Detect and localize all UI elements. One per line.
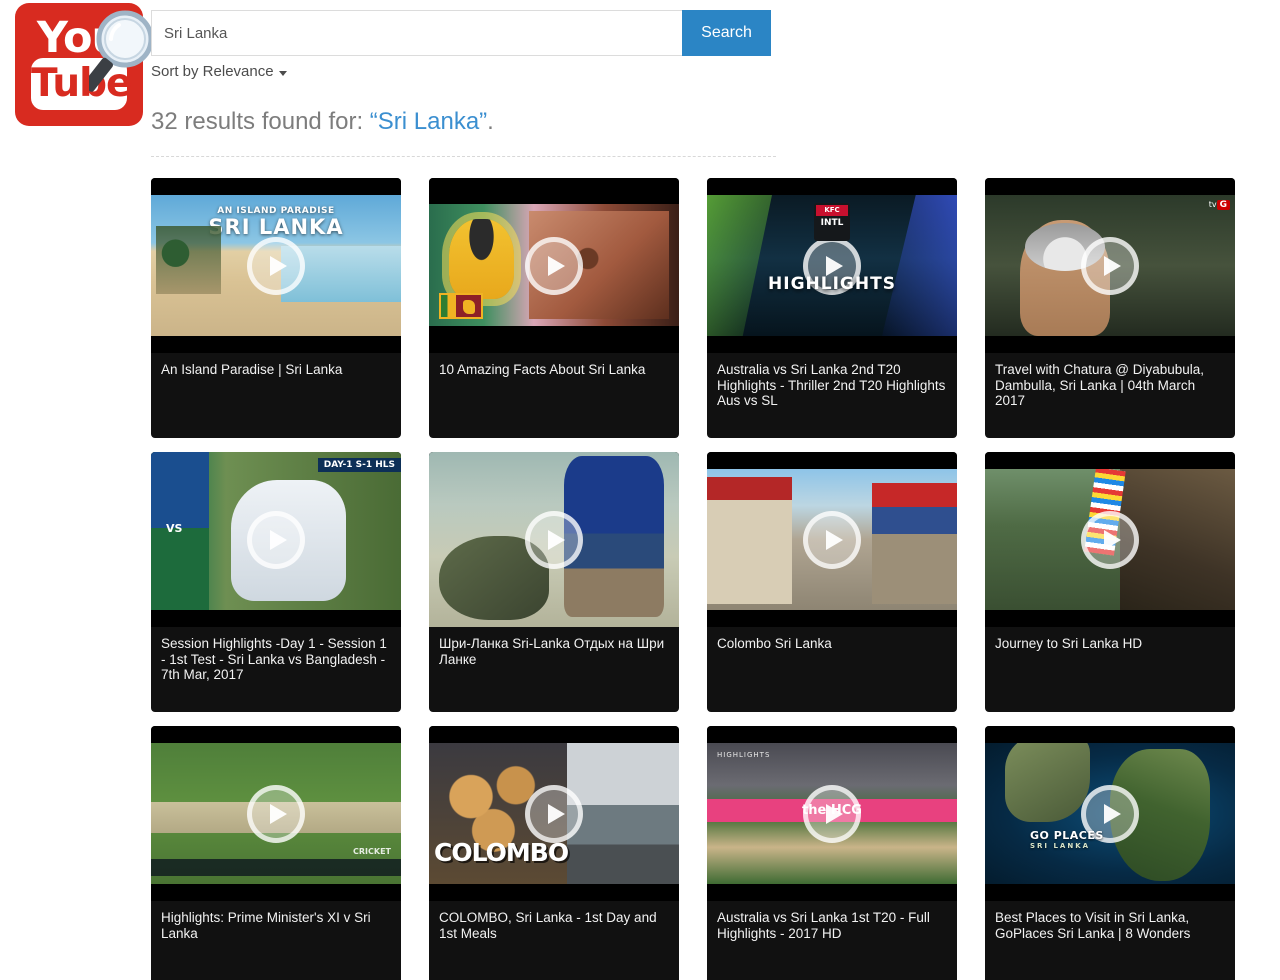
video-card[interactable]: KFC INTL HIGHLIGHTS Australia vs Sri Lan… [707,178,957,438]
video-card[interactable]: DAY-1 S-1 HLS VS Session Highlights -Day… [151,452,401,712]
video-title[interactable]: 10 Amazing Facts About Sri Lanka [439,362,669,378]
thumb-text-line2: SRI LANKA [1030,842,1091,851]
sort-by-dropdown[interactable]: Sort by Relevance [151,63,287,80]
thumb-text-line1: HIGHLIGHTS [717,751,771,760]
video-thumbnail[interactable]: CRICKET [151,726,401,901]
caret-down-icon [278,70,287,76]
thumb-text-line1: COLOMBO [434,838,569,868]
thumb-text-line1: DAY-1 S-1 HLS [317,458,401,473]
video-card[interactable]: 10 Amazing Facts About Sri Lanka [429,178,679,438]
video-title[interactable]: Journey to Sri Lanka HD [995,636,1225,652]
video-card[interactable]: CRICKET Highlights: Prime Minister's XI … [151,726,401,980]
thumb-text-line2: VS [166,521,183,535]
play-circle-icon[interactable] [525,511,583,569]
video-thumbnail[interactable] [707,452,957,627]
thumbnail-overlay-text: AN ISLAND PARADISE SRI LANKA [151,206,401,238]
results-query-link[interactable]: “Sri Lanka” [370,108,487,135]
play-circle-icon[interactable] [525,785,583,843]
video-card[interactable]: Шри-Ланка Sri-Lanka Отдых на Шри Ланке [429,452,679,712]
thumb-text-line2: SRI LANKA [208,215,344,240]
play-circle-icon[interactable] [1081,511,1139,569]
video-title[interactable]: Best Places to Visit in Sri Lanka, GoPla… [995,910,1225,941]
video-card[interactable]: GO PLACES SRI LANKA Best Places to Visit… [985,726,1235,980]
video-title[interactable]: Session Highlights -Day 1 - Session 1 - … [161,636,391,683]
sri-lanka-flag-icon [439,292,483,319]
thumb-text-line2: INTL [820,218,844,229]
video-card[interactable]: Journey to Sri Lanka HD [985,452,1235,712]
search-input[interactable] [151,10,682,56]
video-title[interactable]: An Island Paradise | Sri Lanka [161,362,391,378]
thumb-text-line3: HIGHLIGHTS [768,273,896,294]
play-circle-icon[interactable] [247,785,305,843]
play-circle-icon[interactable] [525,237,583,295]
play-circle-icon[interactable] [1081,237,1139,295]
youtube-search-page: You Tube Search Sort by Relevance 32 res… [0,0,1280,980]
video-title[interactable]: Travel with Chatura @ Diyabubula, Dambul… [995,362,1225,409]
thumbnail-art: HIGHLIGHTS the HCG [707,743,957,884]
thumb-text-line1: KFC [816,205,848,217]
video-results-grid: AN ISLAND PARADISE SRI LANKA An Island P… [151,178,1236,980]
video-title[interactable]: Highlights: Prime Minister's XI v Sri La… [161,910,391,941]
play-circle-icon[interactable] [247,511,305,569]
play-circle-icon[interactable] [803,511,861,569]
video-card[interactable]: Colombo Sri Lanka [707,452,957,712]
video-card[interactable]: tv G Travel with Chatura @ Diyabubula, Da… [985,178,1235,438]
channel-badge-icon: tv G [1209,200,1230,210]
thumb-text-line1: tv [1208,200,1217,209]
search-button[interactable]: Search [682,10,771,56]
kfc-badge-icon: KFC INTL [814,203,850,242]
results-trailing-period: . [487,108,494,135]
section-divider [151,156,776,157]
video-thumbnail[interactable]: HIGHLIGHTS the HCG [707,726,957,901]
play-circle-icon[interactable] [247,237,305,295]
video-card[interactable]: AN ISLAND PARADISE SRI LANKA An Island P… [151,178,401,438]
video-thumbnail[interactable]: DAY-1 S-1 HLS VS [151,452,401,627]
thumb-text-line2: the HCG [802,803,862,819]
video-thumbnail[interactable]: KFC INTL HIGHLIGHTS [707,178,957,353]
thumb-text-line2: G [1216,200,1230,210]
video-title[interactable]: Colombo Sri Lanka [717,636,947,652]
video-thumbnail[interactable]: tv G [985,178,1235,353]
video-thumbnail[interactable]: GO PLACES SRI LANKA [985,726,1235,901]
goplaces-logo: GO PLACES SRI LANKA [1030,829,1104,850]
video-thumbnail[interactable]: COLOMBO [429,726,679,901]
thumb-text-line1: GO PLACES [1030,829,1104,843]
thumb-text-line1: CRICKET [353,846,391,856]
video-card[interactable]: HIGHLIGHTS the HCG Australia vs Sri Lank… [707,726,957,980]
video-title[interactable]: Australia vs Sri Lanka 2nd T20 Highlight… [717,362,947,409]
video-title[interactable]: Шри-Ланка Sri-Lanka Отдых на Шри Ланке [439,636,669,667]
magnifier-icon [89,10,154,92]
video-title[interactable]: Australia vs Sri Lanka 1st T20 - Full Hi… [717,910,947,941]
search-bar: Search [151,10,771,56]
video-card[interactable]: COLOMBO COLOMBO, Sri Lanka - 1st Day and… [429,726,679,980]
video-thumbnail[interactable] [429,452,679,627]
video-title[interactable]: COLOMBO, Sri Lanka - 1st Day and 1st Mea… [439,910,669,941]
thumb-text-line2-row: the HCG [707,801,957,821]
results-heading: 32 results found for: “Sri Lanka”. [151,108,494,136]
sort-by-label: Sort by Relevance [151,63,274,80]
video-thumbnail[interactable] [985,452,1235,627]
video-thumbnail[interactable] [429,178,679,353]
youtube-logo[interactable]: You Tube [15,3,154,126]
video-thumbnail[interactable]: AN ISLAND PARADISE SRI LANKA [151,178,401,353]
results-count-text: 32 results found for: [151,108,370,135]
